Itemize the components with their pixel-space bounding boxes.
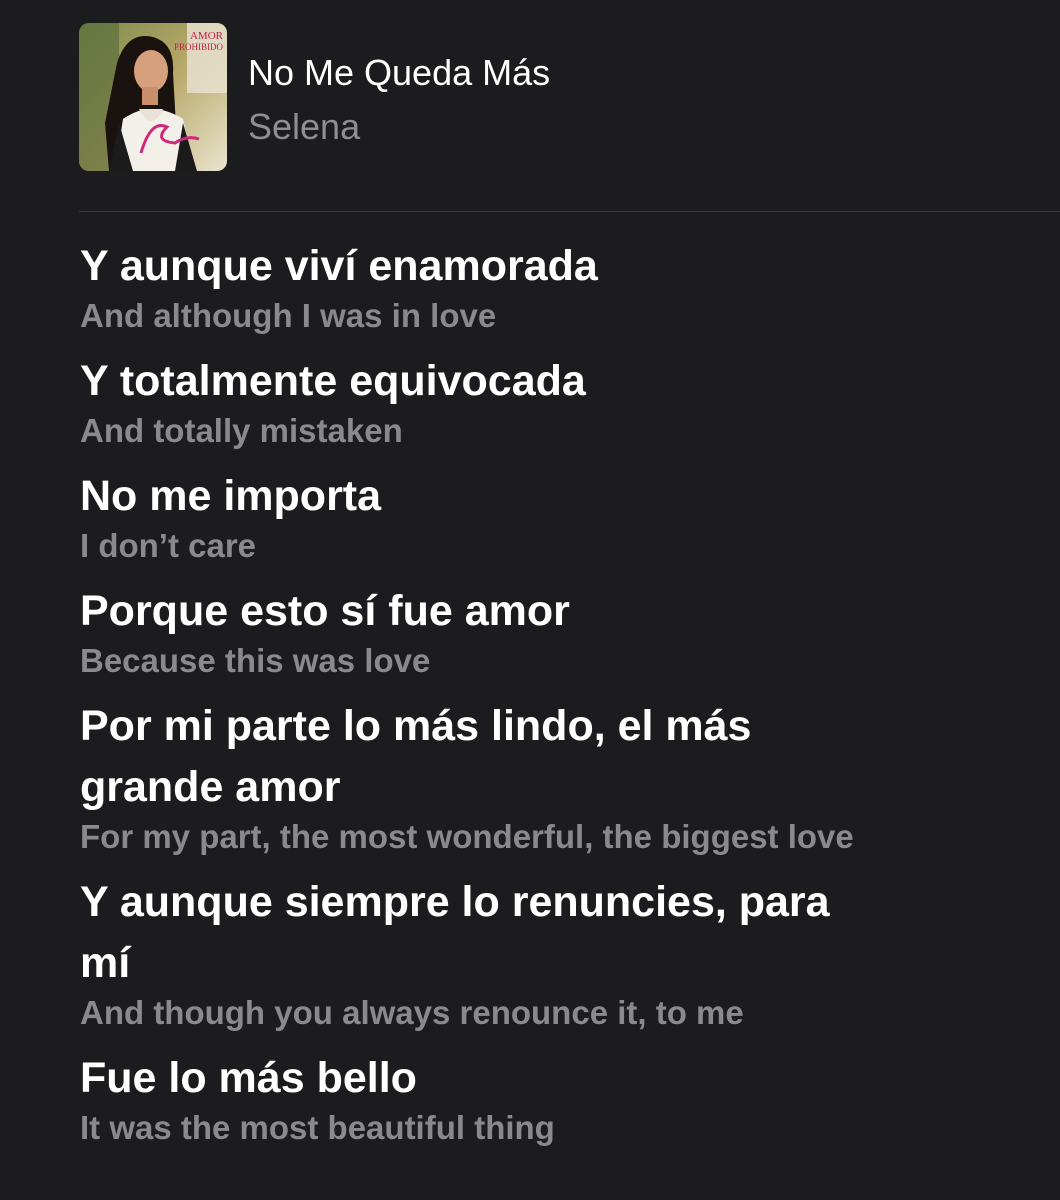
artist-name[interactable]: Selena xyxy=(248,107,360,147)
lyric-line[interactable]: Porque esto sí fue amor Because this was… xyxy=(80,581,1020,682)
lyric-translation: And although I was in love xyxy=(80,297,497,334)
album-cover-image: AMOR PROHIBIDO xyxy=(79,23,227,171)
lyric-line[interactable]: Y aunque viví enamorada And although I w… xyxy=(80,236,1020,337)
album-art[interactable]: AMOR PROHIBIDO xyxy=(79,23,227,171)
lyric-translation: It was the most beautiful thing xyxy=(80,1109,555,1146)
svg-text:PROHIBIDO: PROHIBIDO xyxy=(174,42,224,52)
lyric-translation: For my part, the most wonderful, the big… xyxy=(80,818,854,855)
lyric-original: Fue lo más bello xyxy=(80,1054,417,1102)
lyric-original: Porque esto sí fue amor xyxy=(80,587,570,635)
lyrics-list[interactable]: Y aunque viví enamorada And although I w… xyxy=(80,236,1020,1163)
lyric-line[interactable]: Fue lo más bello It was the most beautif… xyxy=(80,1048,1020,1149)
lyric-translation: Because this was love xyxy=(80,642,431,679)
svg-text:AMOR: AMOR xyxy=(190,30,224,42)
lyric-line[interactable]: Y totalmente equivocada And totally mist… xyxy=(80,351,1020,452)
lyric-translation: I don’t care xyxy=(80,527,257,564)
song-title[interactable]: No Me Queda Más xyxy=(248,53,550,93)
lyric-original: Por mi parte lo más lindo, el más grande… xyxy=(80,702,752,811)
lyric-original: Y totalmente equivocada xyxy=(80,357,586,405)
lyric-line[interactable]: No me importa I don’t care xyxy=(80,466,1020,567)
lyric-line[interactable]: Y aunque siempre lo renuncies, para mí A… xyxy=(80,872,1020,1034)
header-divider xyxy=(79,211,1060,212)
lyric-original: Y aunque viví enamorada xyxy=(80,242,598,290)
lyric-translation: And totally mistaken xyxy=(80,412,403,449)
lyric-original: No me importa xyxy=(80,472,382,520)
lyric-original: Y aunque siempre lo renuncies, para mí xyxy=(80,878,830,987)
lyric-translation: And though you always renounce it, to me xyxy=(80,994,744,1031)
lyric-line[interactable]: Por mi parte lo más lindo, el más grande… xyxy=(80,696,1020,858)
now-playing-header: AMOR PROHIBIDO No Me Queda Más Selena xyxy=(79,23,1039,173)
